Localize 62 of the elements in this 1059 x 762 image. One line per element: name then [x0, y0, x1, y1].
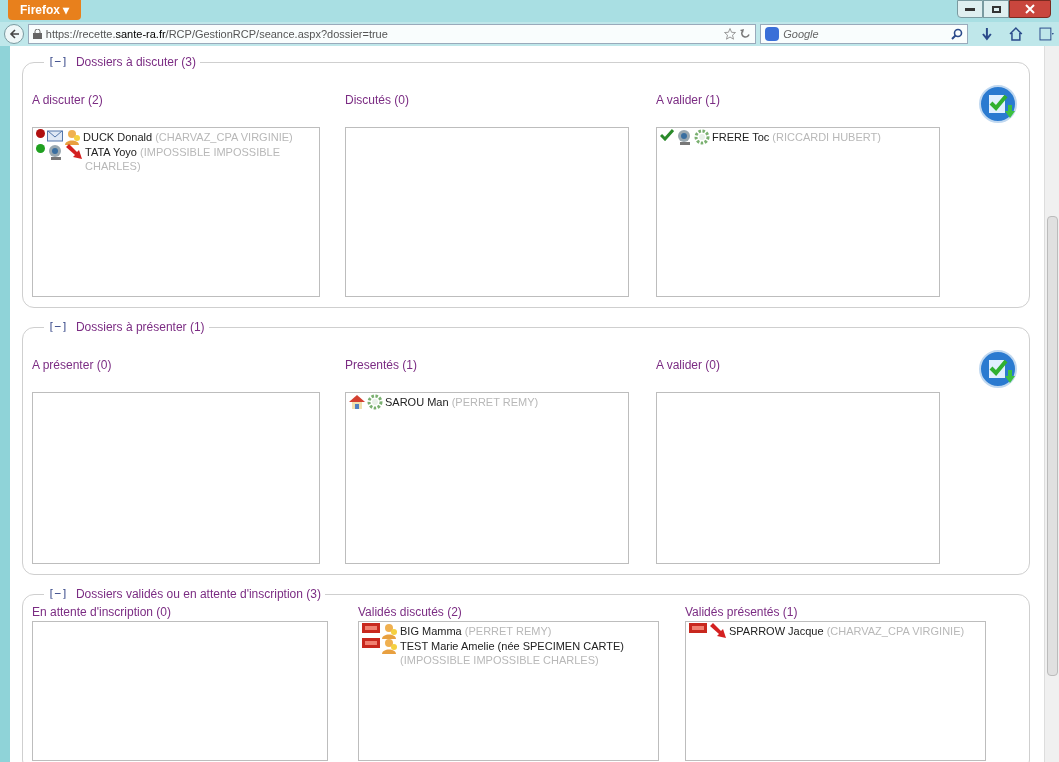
- column-label: Validés discutés (2): [358, 604, 462, 621]
- webcam-icon: [676, 129, 692, 145]
- gear-icon: [367, 394, 383, 410]
- dossier-list[interactable]: FRERE Toc (RICCARDI HUBERT): [656, 127, 940, 297]
- person-icon: [382, 623, 398, 639]
- close-icon: [1025, 4, 1035, 14]
- bookmark-star-icon[interactable]: [724, 28, 737, 40]
- section-title: Dossiers à discuter (3): [75, 54, 196, 71]
- dossier-entry[interactable]: BIG Mamma (PERRET REMY): [400, 624, 655, 638]
- minimize-button[interactable]: [957, 0, 983, 18]
- close-button[interactable]: [1009, 0, 1051, 18]
- column-label: Presentés (1): [345, 357, 418, 374]
- webcam-icon: [47, 144, 63, 160]
- person-icon: [382, 638, 398, 654]
- arrow-icon: [65, 144, 83, 160]
- column-label: A discuter (2): [32, 92, 103, 109]
- status-dot-icon: [36, 144, 45, 153]
- scrollbar[interactable]: [1044, 46, 1059, 762]
- column-label: Validés présentés (1): [685, 604, 798, 621]
- collapse-toggle[interactable]: [−]: [48, 53, 68, 71]
- column-label: A valider (0): [656, 357, 721, 374]
- column-label: Discutés (0): [345, 92, 409, 109]
- download-icon[interactable]: [979, 27, 994, 41]
- person-icon: [65, 129, 81, 145]
- validate-button[interactable]: [979, 85, 1019, 125]
- dossier-entry[interactable]: FRERE Toc (RICCARDI HUBERT): [712, 130, 936, 144]
- home-icon[interactable]: [1009, 27, 1024, 41]
- dossier-list[interactable]: BIG Mamma (PERRET REMY) TEST Marie Amelie (née SPECIMEN CARTE) (IMPOSSIBLE IMPOSSIBLE CHARLES): [358, 621, 659, 761]
- url-text: https://recette.sante-ra.fr/RCP/GestionRCP/seance.aspx?dossier=true: [45, 26, 388, 42]
- dossier-entry[interactable]: TEST Marie Amelie (née SPECIMEN CARTE) (IMPOSSIBLE IMPOSSIBLE CHARLES): [400, 639, 655, 667]
- validate-button[interactable]: [979, 350, 1019, 390]
- envelope-icon: [47, 129, 63, 142]
- bookmarks-icon[interactable]: [1039, 27, 1055, 41]
- back-arrow-icon: [7, 28, 20, 40]
- search-placeholder: Google: [783, 26, 819, 42]
- column-label: En attente d'inscription (0): [32, 604, 172, 621]
- dossier-entry[interactable]: SPARROW Jacque (CHARVAZ_CPA VIRGINIE): [729, 624, 982, 638]
- collapse-toggle[interactable]: [−]: [48, 318, 68, 336]
- dossier-list[interactable]: SPARROW Jacque (CHARVAZ_CPA VIRGINIE): [685, 621, 986, 761]
- search-engine-icon: [765, 27, 780, 41]
- maximize-button[interactable]: [983, 0, 1009, 18]
- reload-icon[interactable]: [740, 28, 752, 40]
- status-dot-icon: [36, 129, 45, 138]
- house-icon: [349, 394, 365, 410]
- dossier-list[interactable]: SAROU Man (PERRET REMY): [345, 392, 629, 564]
- column-label: A valider (1): [656, 92, 721, 109]
- address-bar[interactable]: https://recette.sante-ra.fr/RCP/GestionRCP/seance.aspx?dossier=true: [27, 24, 757, 44]
- arrow-icon: [709, 623, 727, 639]
- dossier-entry[interactable]: DUCK Donald (CHARVAZ_CPA VIRGINIE): [83, 130, 316, 144]
- padlock-icon: [32, 29, 42, 39]
- search-icon[interactable]: [950, 28, 963, 40]
- section-title: Dossiers validés ou en attente d'inscription (3): [75, 586, 321, 603]
- gear-icon: [694, 129, 710, 145]
- dossier-entry[interactable]: SAROU Man (PERRET REMY): [385, 395, 625, 409]
- dossier-list[interactable]: DUCK Donald (CHARVAZ_CPA VIRGINIE) TATA Yoyo (IMPOSSIBLE IMPOSSIBLE CHARLES): [32, 127, 320, 297]
- section-title: Dossiers à présenter (1): [75, 319, 205, 336]
- back-button[interactable]: [4, 24, 24, 44]
- dossier-entry[interactable]: TATA Yoyo (IMPOSSIBLE IMPOSSIBLE CHARLES): [85, 145, 316, 173]
- search-field[interactable]: Google: [760, 24, 968, 44]
- checkmark-icon: [660, 129, 674, 141]
- column-label: A présenter (0): [32, 357, 112, 374]
- collapse-toggle[interactable]: [−]: [48, 585, 68, 603]
